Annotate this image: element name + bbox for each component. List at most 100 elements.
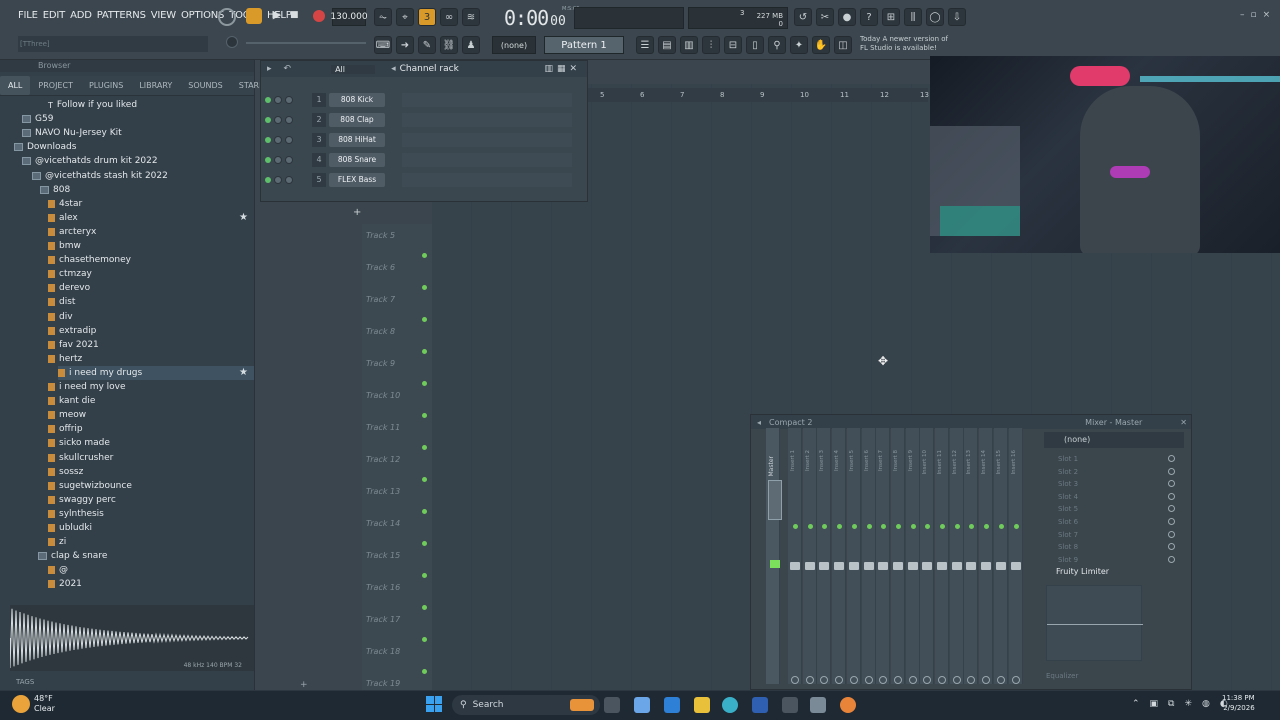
channel-number[interactable]: 2	[312, 113, 326, 127]
mixer-insert-strip[interactable]: Insert 2	[802, 428, 817, 684]
metronome-icon[interactable]: ⏦	[374, 8, 392, 26]
track-enable-dot[interactable]	[422, 605, 427, 610]
channel-steps[interactable]	[402, 153, 572, 167]
insert-fader[interactable]	[804, 562, 815, 570]
browser-item[interactable]: sugetwizbounce	[48, 479, 254, 493]
browser-item[interactable]: div	[48, 310, 254, 324]
rack-undo-icon[interactable]: ↶	[284, 64, 292, 74]
channel-volume-knob[interactable]	[285, 116, 293, 124]
insert-enable-dot[interactable]	[1013, 524, 1019, 529]
mixer-insert-strip[interactable]: Insert 12	[949, 428, 964, 684]
track-enable-dot[interactable]	[422, 285, 427, 290]
stop-icon[interactable]: ■	[290, 10, 302, 22]
insert-enable-dot[interactable]	[954, 524, 960, 529]
insert-route-knob[interactable]	[849, 676, 858, 684]
blend-icon[interactable]: ≋	[462, 8, 480, 26]
insert-route-knob[interactable]	[938, 676, 946, 684]
help-icon[interactable]: ?	[860, 8, 878, 26]
insert-enable-dot[interactable]	[837, 524, 843, 529]
insert-enable-dot[interactable]	[940, 524, 945, 529]
browser-item[interactable]: sylnthesis	[48, 507, 254, 521]
menu-patterns[interactable]: PATTERNS	[97, 10, 146, 21]
browser-item[interactable]: i need my drugs ★	[58, 365, 254, 380]
menu-file[interactable]: FILE	[18, 10, 38, 21]
insert-route-knob[interactable]	[820, 676, 829, 684]
browser-item[interactable]: meow	[48, 408, 254, 422]
channel-row[interactable]: 4 808 Snare	[265, 152, 572, 168]
channel-pan-knob[interactable]	[274, 96, 282, 104]
browser-item[interactable]: i need my love	[48, 380, 254, 394]
insert-route-knob[interactable]	[879, 676, 888, 684]
browser-item[interactable]: NAVO Nu-Jersey Kit	[22, 126, 254, 140]
track-label[interactable]: Track 19	[366, 679, 400, 688]
channel-number[interactable]: 1	[312, 93, 326, 107]
insert-route-knob[interactable]	[908, 676, 917, 684]
track-label[interactable]: Track 9	[366, 359, 395, 368]
pattern-select[interactable]: Pattern 1	[544, 36, 624, 54]
channel-steps[interactable]	[402, 113, 572, 127]
plugin-icon[interactable]: ⊞	[882, 8, 900, 26]
insert-fader[interactable]	[951, 562, 962, 570]
insert-enable-dot[interactable]	[851, 524, 857, 529]
track-label[interactable]: Track 14	[366, 519, 400, 528]
track-enable-dot[interactable]	[422, 317, 427, 322]
insert-fader[interactable]	[922, 562, 933, 570]
channel-steps[interactable]	[402, 93, 572, 107]
track-label[interactable]: Track 8	[366, 327, 395, 336]
insert-route-knob[interactable]	[791, 676, 799, 684]
insert-enable-dot[interactable]	[866, 524, 872, 529]
pencil-icon[interactable]: ✎	[418, 36, 436, 54]
pat-song-toggle[interactable]	[246, 8, 262, 24]
track-enable-dot[interactable]	[422, 445, 427, 450]
browser-item[interactable]: dist	[48, 295, 254, 309]
insert-fader[interactable]	[848, 562, 859, 570]
tab-plugins[interactable]: PLUGINS	[81, 76, 131, 95]
effect-slot[interactable]: Slot 4	[1058, 493, 1078, 501]
track-enable-dot[interactable]	[422, 669, 427, 674]
task-view-icon[interactable]	[604, 697, 620, 713]
insert-enable-dot[interactable]	[969, 524, 975, 529]
channel-row[interactable]: 2 808 Clap	[265, 112, 572, 128]
star-icon[interactable]: ★	[239, 367, 248, 378]
browser-item[interactable]: alex ★	[48, 211, 254, 225]
insert-route-knob[interactable]	[923, 676, 932, 684]
menu-add[interactable]: ADD	[70, 10, 92, 21]
mixer-insert-strip[interactable]: Insert 15	[993, 428, 1008, 684]
explorer-icon[interactable]	[694, 697, 710, 713]
countdown-icon[interactable]: 3	[418, 8, 436, 26]
master-volume-slider[interactable]	[246, 42, 366, 44]
channel-name[interactable]: 808 Snare	[329, 153, 385, 167]
channel-row[interactable]: 5 FLEX Bass	[265, 172, 572, 188]
time-display[interactable]: 0:00 00 M:S:CS	[504, 6, 580, 30]
playlist-icon[interactable]: ☰	[636, 36, 654, 54]
browser-item[interactable]: 2021	[48, 577, 254, 591]
mixer-view-icon[interactable]: ⫶	[702, 36, 720, 54]
rack-menu-icon[interactable]: ▸	[267, 64, 272, 74]
effect-slot[interactable]: Slot 6	[1058, 518, 1078, 526]
insert-enable-dot[interactable]	[822, 524, 828, 529]
record-icon[interactable]	[313, 10, 325, 22]
channel-name[interactable]: 808 Kick	[329, 93, 385, 107]
insert-fader[interactable]	[878, 562, 889, 570]
channel-pan-knob[interactable]	[274, 136, 282, 144]
mic-icon[interactable]: ●	[838, 8, 856, 26]
channel-volume-knob[interactable]	[285, 156, 293, 164]
piano-roll-icon[interactable]: ▤	[658, 36, 676, 54]
mixer-insert-strip[interactable]: Insert 8	[890, 428, 905, 684]
mixer-insert-strip[interactable]: Insert 10	[920, 428, 935, 684]
browser-item[interactable]: Downloads	[14, 140, 254, 154]
effect-slot-limiter[interactable]: Fruity Limiter	[1056, 567, 1109, 576]
browser-icon[interactable]: ⊟	[724, 36, 742, 54]
channel-pan-knob[interactable]	[274, 156, 282, 164]
mixer-icon[interactable]: ⫼	[904, 8, 922, 26]
store-icon[interactable]	[752, 697, 768, 713]
mixer-insert-strip[interactable]: Insert 5	[846, 428, 861, 684]
browser-item[interactable]: skullcrusher	[48, 451, 254, 465]
track-enable-dot[interactable]	[422, 541, 427, 546]
browser-item[interactable]: @	[48, 563, 254, 577]
update-hint[interactable]: Today A newer version of FL Studio is av…	[860, 35, 948, 53]
channel-steps[interactable]	[402, 133, 572, 147]
browser-item[interactable]: extradip	[48, 324, 254, 338]
insert-enable-dot[interactable]	[807, 524, 813, 529]
track-label[interactable]: Track 7	[366, 295, 395, 304]
